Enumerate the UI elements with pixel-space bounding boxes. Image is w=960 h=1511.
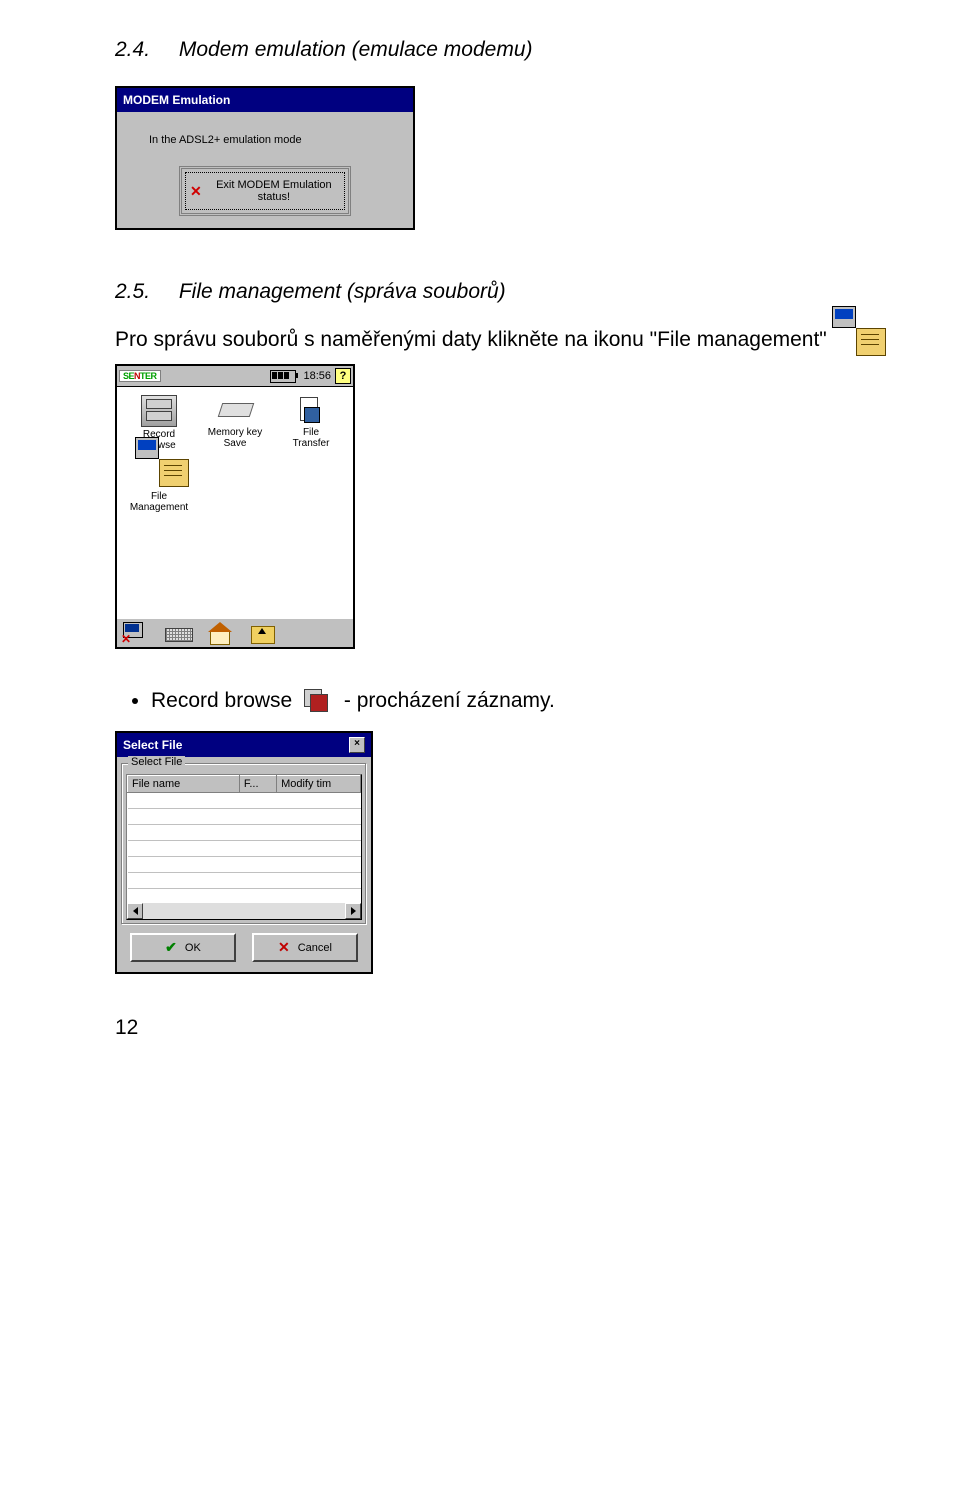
ok-button[interactable]: ✔ OK xyxy=(130,933,236,962)
home-icon[interactable] xyxy=(207,622,235,644)
table-row[interactable] xyxy=(128,825,361,841)
section-2-5-heading: 2.5. File management (správa souborů) xyxy=(115,280,860,304)
folder-up-icon[interactable] xyxy=(249,622,277,644)
table-row[interactable] xyxy=(128,841,361,857)
senter-statusbar: SENTER 18:56 ? xyxy=(117,366,353,387)
senter-taskbar: ✕ xyxy=(117,617,353,647)
modem-window-body: In the ADSL2+ emulation mode ✕ Exit MODE… xyxy=(117,112,413,228)
clock-label: 18:56 xyxy=(303,370,331,382)
record-browse-desc: - procházení záznamy. xyxy=(344,689,555,712)
file-list[interactable]: File name F... Modify tim xyxy=(126,774,362,920)
app-label: Transfer xyxy=(273,438,349,449)
section-2-5-num: 2.5. xyxy=(115,280,173,304)
app-file-transfer[interactable]: File Transfer xyxy=(273,393,349,457)
app-label: Browse xyxy=(121,440,197,451)
senter-device-window: SENTER 18:56 ? Record Browse Memory key … xyxy=(115,364,355,649)
memory-key-icon xyxy=(218,395,252,425)
exit-modem-emulation-button[interactable]: ✕ Exit MODEM Emulation status! xyxy=(185,172,345,210)
file-management-grid-icon xyxy=(142,459,176,489)
section-2-4-title: Modem emulation (emulace modemu) xyxy=(179,38,533,61)
keyboard-icon[interactable] xyxy=(165,622,193,644)
record-browse-icon xyxy=(141,395,177,427)
app-label: Memory key xyxy=(197,427,273,438)
app-record-browse[interactable]: Record Browse xyxy=(121,393,197,457)
horizontal-scrollbar[interactable] xyxy=(127,903,361,919)
record-browse-label: Record browse xyxy=(151,689,292,712)
ok-button-label: OK xyxy=(185,942,201,954)
app-label: Management xyxy=(121,502,197,513)
select-file-legend: Select File xyxy=(128,756,185,768)
section-2-4-heading: 2.4. Modem emulation (emulace modemu) xyxy=(115,38,860,62)
app-label: File xyxy=(121,491,197,502)
help-button[interactable]: ? xyxy=(335,368,351,384)
table-row[interactable] xyxy=(128,809,361,825)
app-file-management[interactable]: File Management xyxy=(121,457,197,519)
select-file-title: Select File xyxy=(123,738,182,752)
close-icon: ✕ xyxy=(190,183,202,200)
col-f[interactable]: F... xyxy=(239,776,276,793)
select-file-group: Select File File name F... Modify tim xyxy=(121,763,367,925)
page-number: 12 xyxy=(115,1016,860,1040)
table-row[interactable] xyxy=(128,857,361,873)
modem-emulation-window: MODEM Emulation In the ADSL2+ emulation … xyxy=(115,86,415,230)
table-row[interactable] xyxy=(128,873,361,889)
col-modify-time[interactable]: Modify tim xyxy=(277,776,361,793)
close-button[interactable]: × xyxy=(349,737,365,753)
cancel-button[interactable]: ✕ Cancel xyxy=(252,933,358,962)
battery-icon xyxy=(270,370,296,383)
cancel-button-label: Cancel xyxy=(298,942,332,954)
app-memory-key-save[interactable]: Memory key Save xyxy=(197,393,273,457)
modem-window-titlebar: MODEM Emulation xyxy=(117,88,413,112)
bullet-list: Record browse - procházení záznamy. xyxy=(115,689,860,713)
close-icon: ✕ xyxy=(278,939,290,956)
col-file-name[interactable]: File name xyxy=(128,776,240,793)
senter-app-grid: Record Browse Memory key Save File Trans… xyxy=(117,387,353,617)
app-label: Record xyxy=(121,429,197,440)
modem-window-title: MODEM Emulation xyxy=(123,93,230,107)
exit-modem-button-label: Exit MODEM Emulation status! xyxy=(208,179,340,203)
section-2-5-title: File management (správa souborů) xyxy=(179,280,506,303)
senter-logo: SENTER xyxy=(119,370,161,382)
record-browse-small-icon xyxy=(304,689,332,713)
file-transfer-icon xyxy=(294,395,328,425)
scroll-right-arrow-icon[interactable] xyxy=(345,903,361,919)
fm-intro-text: Pro správu souborů s naměřenými daty kli… xyxy=(115,328,834,352)
check-icon: ✔ xyxy=(165,939,177,956)
modem-mode-message: In the ADSL2+ emulation mode xyxy=(149,134,397,146)
record-browse-item: Record browse - procházení záznamy. xyxy=(151,689,860,713)
section-2-4-num: 2.4. xyxy=(115,38,173,62)
disconnect-icon[interactable]: ✕ xyxy=(123,622,151,644)
app-label: Save xyxy=(197,438,273,449)
table-row[interactable] xyxy=(128,793,361,809)
select-file-dialog: Select File × Select File File name F...… xyxy=(115,731,373,974)
app-label: File xyxy=(273,427,349,438)
scroll-left-arrow-icon[interactable] xyxy=(127,903,143,919)
select-file-titlebar: Select File × xyxy=(117,733,371,757)
select-file-body: Select File File name F... Modify tim xyxy=(117,757,371,972)
